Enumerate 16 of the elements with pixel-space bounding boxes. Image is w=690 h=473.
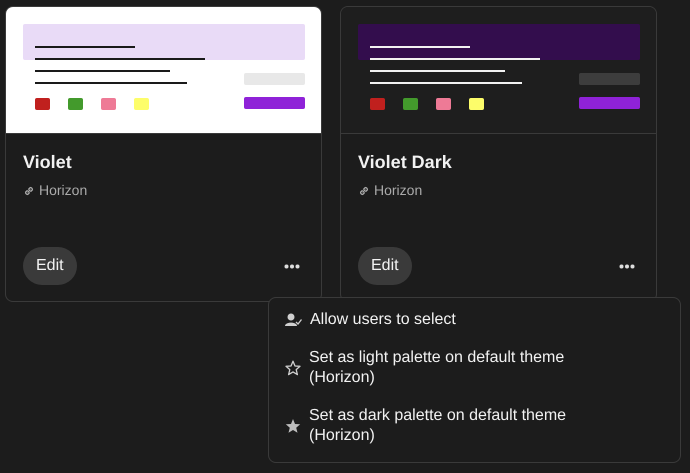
star-icon bbox=[285, 418, 301, 434]
menu-item[interactable]: Set as dark palette on default theme (Horizon) bbox=[269, 402, 635, 450]
menu-item[interactable]: Set as light palette on default theme (Horizon) bbox=[269, 344, 635, 392]
star-outline-icon bbox=[285, 360, 301, 376]
more-icon bbox=[619, 264, 635, 268]
more-icon bbox=[284, 264, 300, 268]
palette-title: Violet bbox=[23, 152, 72, 173]
menu-item[interactable]: Allow users to select bbox=[269, 306, 472, 334]
theme-name: Horizon bbox=[39, 182, 88, 199]
link-icon bbox=[23, 184, 35, 196]
link-icon bbox=[358, 184, 370, 196]
user-check-icon bbox=[285, 312, 302, 328]
edit-button[interactable]: Edit bbox=[23, 247, 77, 285]
theme-name: Horizon bbox=[374, 182, 422, 199]
edit-button[interactable]: Edit bbox=[358, 247, 412, 285]
palette-title: Violet Dark bbox=[358, 152, 452, 173]
